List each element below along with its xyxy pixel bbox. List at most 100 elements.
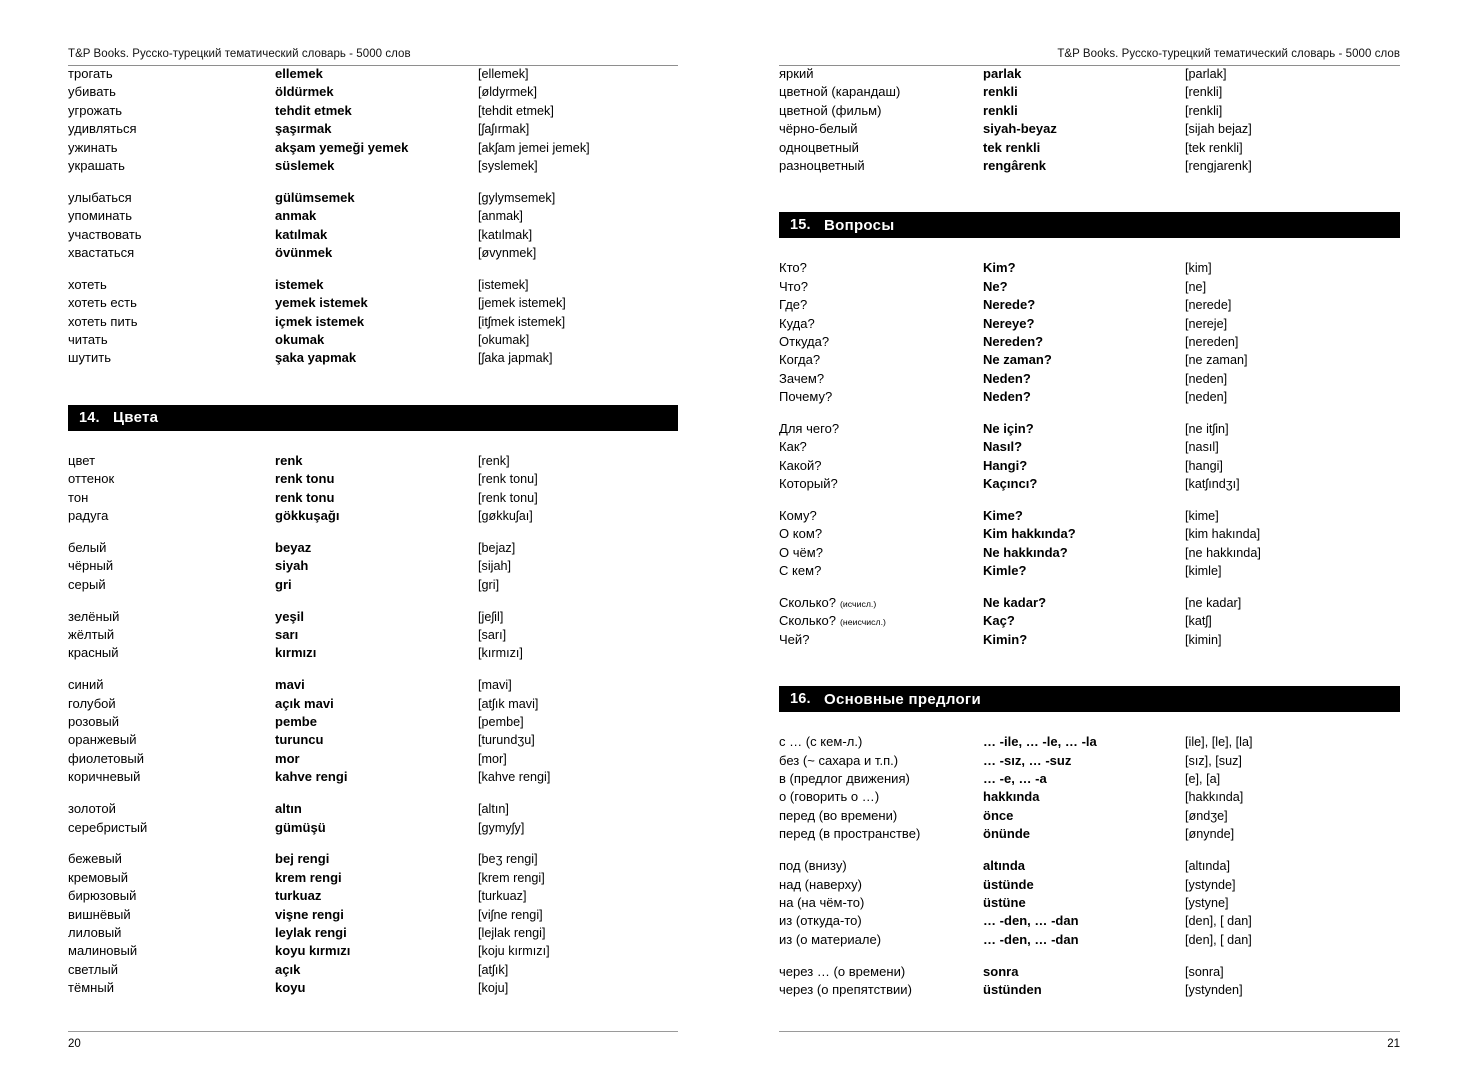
dictionary-entry-row: Почему? Neden? [neden]	[779, 389, 1400, 407]
entry-russian-text: Зачем?	[779, 370, 825, 386]
entry-group: яркий parlak [parlak] цветной (карандаш) ren…	[779, 66, 1400, 176]
entry-russian: чёрный	[68, 558, 275, 573]
entry-turkish: önce	[983, 807, 1014, 823]
dictionary-entry-row: о (говорить о …) hakkında [hakkında]	[779, 789, 1400, 807]
dictionary-entry-row: Куда? Nereye? [nereje]	[779, 316, 1400, 334]
entry-russian: красный	[68, 645, 275, 660]
entry-turkish: Kimin?	[983, 631, 1028, 647]
dictionary-entry-row: с … (с кем-л.) … -ile, … -le, … -la [ile],…	[779, 734, 1400, 752]
dictionary-entry-row: шутить şaka yapmak [ʃaka japmak]	[68, 350, 678, 368]
entry-russian-text: через … (о времени)	[779, 963, 906, 979]
entry-transcription: [jemek istemek]	[478, 296, 566, 311]
dictionary-entry-row: трогать ellemek [ellemek]	[68, 66, 678, 84]
entry-transcription: [kırmızı]	[478, 646, 523, 661]
entry-transcription: [kimle]	[1185, 564, 1222, 579]
entry-transcription: [nereje]	[1185, 316, 1228, 331]
group-gap	[779, 407, 1400, 421]
entry-russian: разноцветный	[779, 158, 983, 173]
dictionary-entry-row: коричневый kahve rengi [kahve rengi]	[68, 769, 678, 787]
entry-transcription: [ne kadar]	[1185, 596, 1242, 611]
entry-russian-text: участвовать	[68, 226, 142, 242]
dictionary-entry-row: серебристый gümüşü [gymyʃy]	[68, 820, 678, 838]
entry-russian: чёрно-белый	[779, 121, 983, 136]
entry-russian-text: о (говорить о …)	[779, 789, 880, 805]
entry-turkish: mavi	[275, 677, 305, 693]
section-header-16: 16. Основные предлоги	[779, 686, 1400, 713]
entry-russian-text: Сколько?	[779, 595, 836, 611]
entry-russian: Который?	[779, 476, 983, 491]
dictionary-entry-row: хотеть есть yemek istemek [jemek istemek]	[68, 295, 678, 313]
dictionary-entry-row: хотеть пить içmek istemek [itʃmek istemek]	[68, 314, 678, 332]
section-header-14: 14. Цвета	[68, 404, 678, 431]
entry-russian: фиолетовый	[68, 751, 275, 766]
entry-group: хотеть istemek [istemek] хотеть есть yemek i…	[68, 277, 678, 369]
entry-transcription: [sarı]	[478, 627, 507, 642]
entry-turkish: tek renkli	[983, 139, 1041, 155]
entry-russian: одноцветный	[779, 140, 983, 155]
group-gap	[68, 838, 678, 852]
entry-turkish: içmek istemek	[275, 313, 365, 329]
entry-transcription: [beʒ rengi]	[478, 852, 538, 867]
dictionary-entry-row: Зачем? Neden? [neden]	[779, 371, 1400, 389]
entry-turkish: sonra	[983, 963, 1019, 979]
dictionary-entry-row: удивляться şaşırmak [ʃaʃırmak]	[68, 121, 678, 139]
entry-russian: украшать	[68, 158, 275, 173]
entry-transcription: [altın]	[478, 802, 509, 817]
dictionary-entry-row: улыбаться gülümsemek [gylymsemek]	[68, 190, 678, 208]
entry-turkish: altın	[275, 801, 302, 817]
entry-russian: жёлтый	[68, 627, 275, 642]
entry-group: Кому? Kime? [kime] О ком? Kim hakkında? [kim …	[779, 508, 1400, 582]
entry-russian: перед (в пространстве)	[779, 826, 983, 841]
entry-turkish: turuncu	[275, 732, 324, 748]
dictionary-entry-row: бирюзовый turkuaz [turkuaz]	[68, 888, 678, 906]
entry-russian-text: на (на чём-то)	[779, 894, 865, 910]
entry-transcription: [øvynmek]	[478, 246, 537, 261]
entry-russian: упоминать	[68, 208, 275, 223]
entry-russian: Кому?	[779, 508, 983, 523]
entry-russian-text: красный	[68, 645, 119, 661]
entry-turkish: Ne zaman?	[983, 352, 1052, 368]
entry-turkish: şaka yapmak	[275, 350, 357, 366]
entry-turkish: Kim?	[983, 260, 1016, 276]
entry-transcription: [itʃmek istemek]	[478, 314, 566, 329]
entry-transcription: [neden]	[1185, 371, 1228, 386]
dictionary-entry-row: оранжевый turuncu [turundʒu]	[68, 732, 678, 750]
entry-russian: серебристый	[68, 820, 275, 835]
entry-russian: вишнёвый	[68, 907, 275, 922]
entry-russian-text: без (~ сахара и т.п.)	[779, 752, 899, 768]
entry-russian-text: Кому?	[779, 508, 817, 524]
entry-transcription: [neden]	[1185, 390, 1228, 405]
entry-russian-text: малиновый	[68, 943, 138, 959]
entry-group: улыбаться gülümsemek [gylymsemek] упоминать…	[68, 190, 678, 264]
entry-turkish: yeşil	[275, 608, 305, 624]
entry-russian-text: яркий	[779, 66, 814, 81]
entry-transcription: [ystyne]	[1185, 895, 1229, 910]
section-number: 16.	[790, 691, 811, 708]
entry-turkish: hakkında	[983, 789, 1040, 805]
entry-turkish: gümüşü	[275, 819, 326, 835]
entry-russian-text: тёмный	[68, 980, 115, 996]
entry-russian: золотой	[68, 801, 275, 816]
section-number: 14.	[79, 409, 100, 426]
entry-russian: белый	[68, 540, 275, 555]
entry-russian-text: О ком?	[779, 526, 823, 542]
entry-turkish: Neden?	[983, 370, 1031, 386]
entry-russian: оттенок	[68, 471, 275, 486]
entry-russian: Когда?	[779, 352, 983, 367]
entry-russian: хотеть есть	[68, 295, 275, 310]
entry-turkish: gri	[275, 576, 292, 592]
entry-russian: из (откуда-то)	[779, 913, 983, 928]
footer-rule-left	[68, 1031, 678, 1032]
entry-russian: ужинать	[68, 140, 275, 155]
entry-russian: участвовать	[68, 227, 275, 242]
entry-turkish: açık	[275, 961, 301, 977]
entry-russian: цвет	[68, 453, 275, 468]
entry-transcription: [ʃaka japmak]	[478, 351, 553, 366]
entry-russian-text: оттенок	[68, 471, 115, 487]
entry-russian-text: перед (во времени)	[779, 807, 898, 823]
entry-turkish: Ne hakkında?	[983, 544, 1068, 560]
entry-turkish: akşam yemeği yemek	[275, 139, 409, 155]
dictionary-entry-row: О ком? Kim hakkında? [kim hakında]	[779, 526, 1400, 544]
entry-turkish: üstünde	[983, 876, 1034, 892]
entry-transcription: [katʃındʒı]	[1185, 477, 1240, 492]
